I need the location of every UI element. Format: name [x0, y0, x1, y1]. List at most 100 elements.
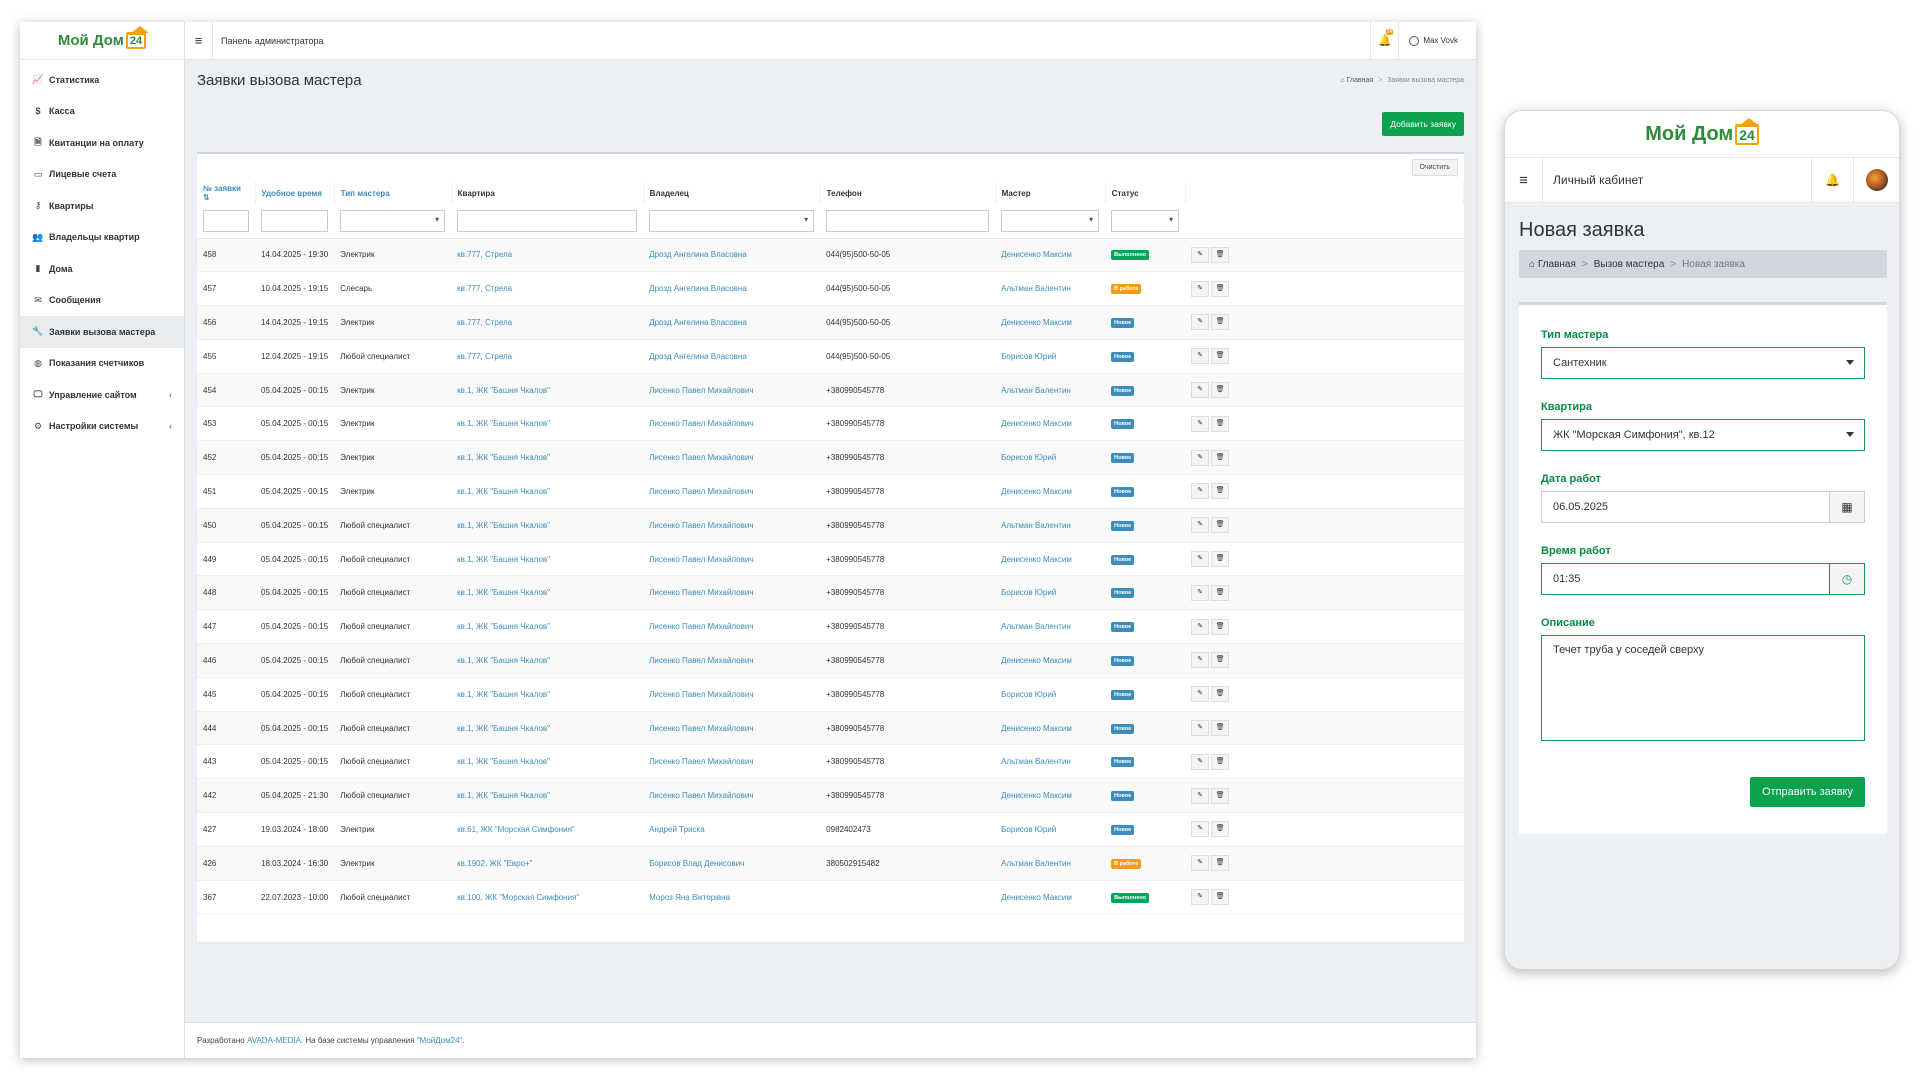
- cell-master[interactable]: Денисенко Максим: [995, 880, 1106, 915]
- mobile-user-menu[interactable]: [1853, 157, 1899, 203]
- table-row[interactable]: 444 05.04.2025 - 00:15 Любой специалист кв.…: [197, 711, 1464, 746]
- cell-master[interactable]: Денисенко Максим: [995, 643, 1106, 678]
- edit-icon[interactable]: ✎: [1191, 686, 1210, 703]
- cell-master[interactable]: Борисов Юрий: [995, 812, 1106, 847]
- trash-icon[interactable]: 🗑: [1211, 483, 1230, 500]
- cell-master[interactable]: Денисенко Максим: [995, 711, 1106, 746]
- sidebar-item[interactable]: 🔧 Заявки вызова мастера: [20, 316, 184, 348]
- trash-icon[interactable]: 🗑: [1211, 584, 1230, 601]
- cell-apartment[interactable]: кв.777, Стрела: [451, 271, 644, 307]
- edit-icon[interactable]: ✎: [1191, 280, 1210, 297]
- cell-owner[interactable]: Лисенко Павел Михайлович: [643, 778, 821, 814]
- description-textarea[interactable]: Течет труба у соседей сверху: [1541, 635, 1865, 741]
- trash-icon[interactable]: 🗑: [1211, 652, 1230, 669]
- cell-apartment[interactable]: кв.1, ЖК "Башня Чкалов": [451, 677, 644, 712]
- table-row[interactable]: 453 05.04.2025 - 00:15 Электрик кв.1, ЖК "Б…: [197, 406, 1464, 442]
- cell-master[interactable]: Альтман Валентин: [995, 744, 1106, 780]
- cell-owner[interactable]: Лисенко Павел Михайлович: [643, 744, 821, 780]
- calendar-icon[interactable]: ▦: [1829, 491, 1865, 523]
- trash-icon[interactable]: 🗑: [1211, 348, 1230, 365]
- sidebar-item[interactable]: $ Касса: [20, 96, 184, 128]
- footer-company-link[interactable]: AVADA-MEDIA: [247, 1036, 301, 1045]
- cell-owner[interactable]: Дрозд Ангелина Власовна: [643, 305, 821, 340]
- col-header-time[interactable]: Удобное время: [255, 182, 335, 204]
- mobile-logo[interactable]: Мой Дом 24: [1505, 111, 1899, 157]
- cell-owner[interactable]: Лисенко Павел Михайлович: [643, 542, 821, 577]
- cell-master[interactable]: Альтман Валентин: [995, 508, 1106, 543]
- mobile-menu-icon[interactable]: ≡: [1505, 157, 1543, 203]
- edit-icon[interactable]: ✎: [1191, 787, 1210, 804]
- cell-apartment[interactable]: кв.1, ЖК "Башня Чкалов": [451, 778, 644, 814]
- table-row[interactable]: 426 18.03.2024 - 16:30 Электрик кв.1902, ЖК…: [197, 846, 1464, 881]
- date-input[interactable]: 06.05.2025 ▦: [1541, 491, 1865, 523]
- table-row[interactable]: 455 12.04.2025 - 19:15 Любой специалист кв.…: [197, 339, 1464, 374]
- apartment-select[interactable]: ЖК "Морская Симфония", кв.12: [1541, 419, 1865, 451]
- trash-icon[interactable]: 🗑: [1211, 314, 1230, 331]
- edit-icon[interactable]: ✎: [1191, 348, 1210, 365]
- add-request-button[interactable]: Добавить заявку: [1382, 112, 1464, 136]
- trash-icon[interactable]: 🗑: [1211, 415, 1230, 432]
- cell-owner[interactable]: Лисенко Павел Михайлович: [643, 575, 821, 611]
- admin-logo[interactable]: Мой Дом 24: [20, 22, 184, 60]
- sidebar-item[interactable]: ✉ Сообщения: [20, 285, 184, 317]
- table-row[interactable]: 447 05.04.2025 - 00:15 Любой специалист кв.…: [197, 609, 1464, 645]
- cell-master[interactable]: Денисенко Максим: [995, 474, 1106, 509]
- table-row[interactable]: 442 05.04.2025 - 21:30 Любой специалист кв.…: [197, 778, 1464, 814]
- col-header-master-type[interactable]: Тип мастера: [334, 182, 452, 204]
- cell-master[interactable]: Альтман Валентин: [995, 271, 1106, 307]
- cell-master[interactable]: Борисов Юрий: [995, 575, 1106, 611]
- menu-toggle-icon[interactable]: ≡: [185, 22, 213, 60]
- table-row[interactable]: 445 05.04.2025 - 00:15 Любой специалист кв.…: [197, 677, 1464, 712]
- time-input[interactable]: 01:35 ◷: [1541, 563, 1865, 595]
- cell-owner[interactable]: Дрозд Ангелина Власовна: [643, 339, 821, 374]
- filter-status-select[interactable]: [1111, 209, 1180, 232]
- cell-owner[interactable]: Борисов Влад Денисович: [643, 846, 821, 881]
- edit-icon[interactable]: ✎: [1191, 517, 1210, 534]
- trash-icon[interactable]: 🗑: [1211, 382, 1230, 399]
- cell-master[interactable]: Альтман Валентин: [995, 373, 1106, 408]
- submit-request-button[interactable]: Отправить заявку: [1750, 777, 1865, 807]
- filter-number-input[interactable]: [203, 209, 249, 232]
- trash-icon[interactable]: 🗑: [1211, 618, 1230, 635]
- cell-apartment[interactable]: кв.777, Стрела: [451, 305, 644, 340]
- edit-icon[interactable]: ✎: [1191, 551, 1210, 568]
- user-menu[interactable]: Max Vovk: [1398, 22, 1476, 60]
- trash-icon[interactable]: 🗑: [1211, 246, 1230, 263]
- filter-master-select[interactable]: [1001, 209, 1100, 232]
- trash-icon[interactable]: 🗑: [1211, 720, 1230, 737]
- edit-icon[interactable]: ✎: [1191, 720, 1210, 737]
- cell-apartment[interactable]: кв.1, ЖК "Башня Чкалов": [451, 440, 644, 476]
- cell-owner[interactable]: Лисенко Павел Михайлович: [643, 474, 821, 509]
- cell-master[interactable]: Борисов Юрий: [995, 339, 1106, 374]
- trash-icon[interactable]: 🗑: [1211, 855, 1230, 872]
- cell-owner[interactable]: Андрей Триска: [643, 812, 821, 847]
- cell-master[interactable]: Борисов Юрий: [995, 677, 1106, 712]
- table-row[interactable]: 450 05.04.2025 - 00:15 Любой специалист кв.…: [197, 508, 1464, 543]
- filter-owner-select[interactable]: [649, 209, 815, 232]
- table-row[interactable]: 449 05.04.2025 - 00:15 Любой специалист кв.…: [197, 542, 1464, 577]
- edit-icon[interactable]: ✎: [1191, 584, 1210, 601]
- cell-apartment[interactable]: кв.1, ЖК "Башня Чкалов": [451, 609, 644, 645]
- edit-icon[interactable]: ✎: [1191, 618, 1210, 635]
- cell-apartment[interactable]: кв.777, Стрела: [451, 339, 644, 374]
- table-row[interactable]: 457 10.04.2025 - 19:15 Слесарь кв.777, Стре…: [197, 271, 1464, 307]
- cell-owner[interactable]: Лисенко Павел Михайлович: [643, 711, 821, 746]
- edit-icon[interactable]: ✎: [1191, 652, 1210, 669]
- breadcrumb-home[interactable]: Главная: [1347, 77, 1374, 84]
- cell-master[interactable]: Альтман Валентин: [995, 609, 1106, 645]
- clear-filters-button[interactable]: Очистить: [1411, 159, 1458, 176]
- cell-apartment[interactable]: кв.100, ЖК "Морская Симфония": [451, 880, 644, 915]
- table-row[interactable]: 456 14.04.2025 - 19:15 Электрик кв.777, Стр…: [197, 305, 1464, 340]
- trash-icon[interactable]: 🗑: [1211, 686, 1230, 703]
- cell-owner[interactable]: Лисенко Павел Михайлович: [643, 440, 821, 476]
- sidebar-item[interactable]: ◍ Показания счетчиков: [20, 348, 184, 380]
- cell-apartment[interactable]: кв.1, ЖК "Башня Чкалов": [451, 542, 644, 577]
- filter-time-input[interactable]: [261, 209, 329, 232]
- filter-phone-input[interactable]: [826, 209, 990, 232]
- edit-icon[interactable]: ✎: [1191, 382, 1210, 399]
- table-row[interactable]: 443 05.04.2025 - 00:15 Любой специалист кв.…: [197, 744, 1464, 780]
- cell-owner[interactable]: Лисенко Павел Михайлович: [643, 677, 821, 712]
- sidebar-item[interactable]: ▮ Дома: [20, 253, 184, 285]
- trash-icon[interactable]: 🗑: [1211, 787, 1230, 804]
- cell-apartment[interactable]: кв.1, ЖК "Башня Чкалов": [451, 575, 644, 611]
